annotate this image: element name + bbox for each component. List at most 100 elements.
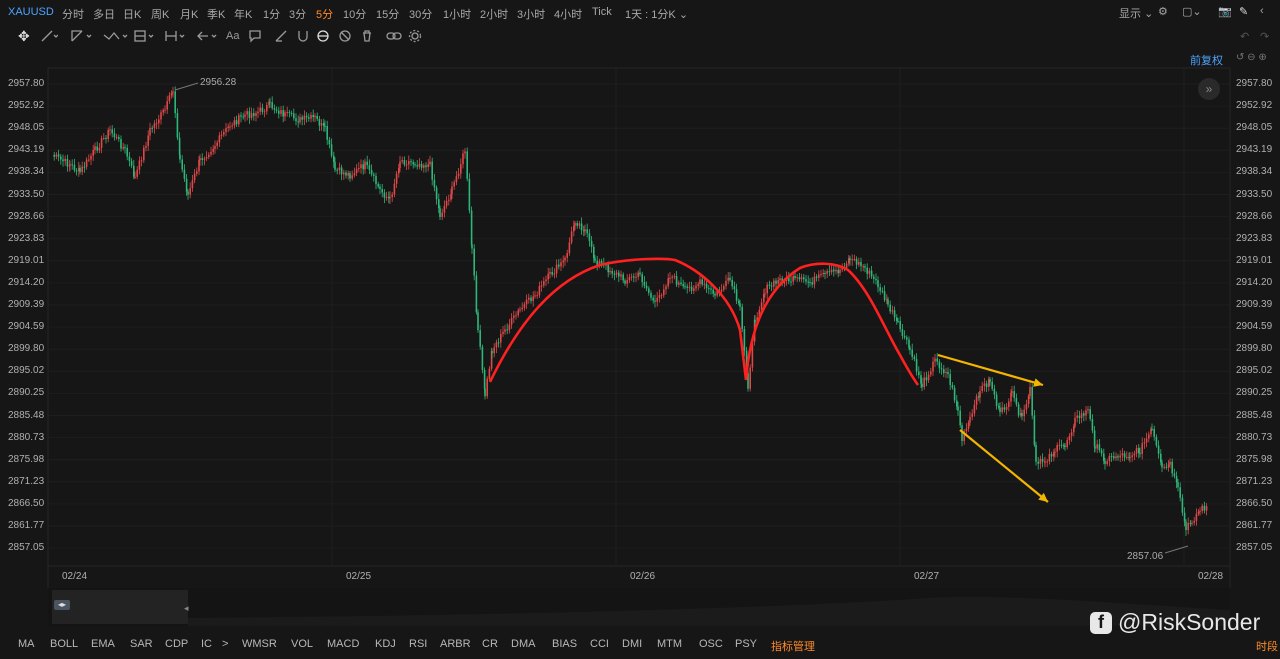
- navigator-grip-icon[interactable]: ◂▸: [54, 600, 70, 610]
- pencil-icon[interactable]: ✎: [1239, 5, 1248, 18]
- indicator-item[interactable]: MTM: [657, 638, 682, 650]
- y-tick-label: 2857.05: [1236, 542, 1273, 554]
- indicator-item[interactable]: BOLL: [50, 638, 78, 650]
- candle-body: [985, 383, 988, 387]
- period-selector[interactable]: 1天 : 1分K ⌄: [625, 6, 688, 22]
- measure-tool-icon[interactable]: [164, 28, 188, 44]
- indicator-item[interactable]: RSI: [409, 638, 427, 650]
- tab-timeframe[interactable]: 4小时: [554, 6, 582, 22]
- display-menu[interactable]: 显示 ⌄: [1119, 5, 1153, 21]
- candle-body: [275, 109, 278, 111]
- undo-icon[interactable]: ↶: [1240, 28, 1249, 44]
- indicator-more[interactable]: >: [222, 638, 228, 650]
- candle-body: [1031, 386, 1033, 416]
- gear-icon[interactable]: [408, 28, 422, 44]
- y-tick-label: 2875.98: [1236, 453, 1273, 465]
- tab-timeframe[interactable]: 1小时: [443, 6, 471, 22]
- indicator-item[interactable]: MACD: [327, 638, 359, 650]
- arrow-tool-icon[interactable]: [196, 28, 220, 44]
- navigator-right-handle-icon[interactable]: ◂: [184, 603, 189, 614]
- redo-icon[interactable]: ↷: [1260, 28, 1269, 44]
- magnet-icon[interactable]: [296, 28, 310, 44]
- indicator-item[interactable]: SAR: [130, 638, 153, 650]
- fib-tool-icon[interactable]: [133, 28, 157, 44]
- candle-body: [284, 112, 286, 117]
- y-tick-label: 2923.83: [1236, 232, 1273, 244]
- session-label[interactable]: 时段: [1256, 638, 1278, 654]
- brush-icon[interactable]: [274, 28, 288, 44]
- tab-timeframe[interactable]: 3分: [289, 6, 306, 22]
- settings-icon[interactable]: ⚙: [1158, 5, 1168, 18]
- indicator-item[interactable]: ARBR: [440, 638, 471, 650]
- tab-timeframe[interactable]: 年K: [234, 6, 252, 22]
- candle-body: [626, 280, 628, 284]
- tab-timeframe[interactable]: 周K: [151, 6, 169, 22]
- candle-body: [594, 258, 596, 261]
- indicator-item[interactable]: WMSR: [242, 638, 277, 650]
- navigator-window[interactable]: [52, 590, 188, 624]
- candle-body: [246, 111, 248, 115]
- comment-icon[interactable]: [248, 28, 262, 44]
- indicator-item[interactable]: VOL: [291, 638, 313, 650]
- text-tool[interactable]: Aa: [226, 28, 239, 44]
- candle-body: [103, 137, 105, 139]
- camera-icon[interactable]: 📷: [1218, 5, 1232, 18]
- candle-body: [450, 193, 452, 200]
- layout-icon[interactable]: ▢⌄: [1182, 5, 1202, 18]
- indicator-item[interactable]: IC: [201, 638, 212, 650]
- indicator-item[interactable]: CCI: [590, 638, 609, 650]
- candle-body: [613, 273, 616, 275]
- hide-icon[interactable]: [338, 28, 352, 44]
- tab-timeframe[interactable]: 15分: [376, 6, 399, 22]
- indicator-item[interactable]: OSC: [699, 638, 723, 650]
- candle-body: [468, 178, 471, 211]
- indicator-item[interactable]: CDP: [165, 638, 188, 650]
- indicator-item[interactable]: BIAS: [552, 638, 577, 650]
- candle-body: [464, 151, 466, 154]
- candle-body: [375, 175, 377, 185]
- indicator-item[interactable]: DMA: [511, 638, 535, 650]
- tab-timeframe[interactable]: 30分: [409, 6, 432, 22]
- link-icon[interactable]: [386, 28, 402, 44]
- candle-body: [866, 267, 868, 274]
- tab-timeframe[interactable]: Tick: [592, 6, 612, 18]
- candlestick-chart[interactable]: [0, 48, 1280, 588]
- lock-visible-icon[interactable]: [316, 28, 330, 44]
- tab-timeframe[interactable]: 月K: [180, 6, 198, 22]
- scroll-right-icon[interactable]: »: [1198, 78, 1220, 100]
- candle-body: [295, 118, 297, 122]
- candle-body: [824, 273, 826, 275]
- candle-body: [576, 223, 578, 226]
- y-tick-label: 2895.02: [8, 365, 45, 377]
- indicator-item[interactable]: MA: [18, 638, 35, 650]
- indicator-item[interactable]: DMI: [622, 638, 642, 650]
- symbol-label[interactable]: XAUUSD: [8, 6, 54, 18]
- line-tool-icon[interactable]: [40, 28, 58, 44]
- indicator-item[interactable]: 指标管理: [771, 638, 815, 654]
- move-icon[interactable]: ✥: [18, 28, 30, 44]
- indicator-item[interactable]: PSY: [735, 638, 757, 650]
- tab-timeframe[interactable]: 10分: [343, 6, 366, 22]
- indicator-item[interactable]: EMA: [91, 638, 115, 650]
- candle-body: [643, 282, 646, 286]
- tab-timeframe[interactable]: 2小时: [480, 6, 508, 22]
- wave-tool-icon[interactable]: [102, 28, 130, 44]
- tab-timeframe[interactable]: 3小时: [517, 6, 545, 22]
- trash-icon[interactable]: [360, 28, 374, 44]
- tab-timeframe[interactable]: 日K: [123, 6, 141, 22]
- indicator-item[interactable]: KDJ: [375, 638, 396, 650]
- channel-tool-icon[interactable]: [70, 28, 94, 44]
- candle-body: [703, 283, 706, 285]
- chevron-left-icon[interactable]: ‹: [1260, 5, 1264, 17]
- indicator-item[interactable]: CR: [482, 638, 498, 650]
- candle-body: [959, 410, 961, 426]
- tab-timeframe[interactable]: 分时: [62, 6, 84, 22]
- y-tick-label: 2866.50: [1236, 497, 1273, 509]
- candle-body: [684, 286, 686, 288]
- candle-body: [55, 154, 58, 157]
- tab-timeframe[interactable]: 1分: [263, 6, 280, 22]
- tab-timeframe[interactable]: 多日: [93, 6, 115, 22]
- tab-timeframe[interactable]: 季K: [207, 6, 225, 22]
- candle-body: [214, 146, 216, 149]
- tab-timeframe[interactable]: 5分: [316, 6, 333, 22]
